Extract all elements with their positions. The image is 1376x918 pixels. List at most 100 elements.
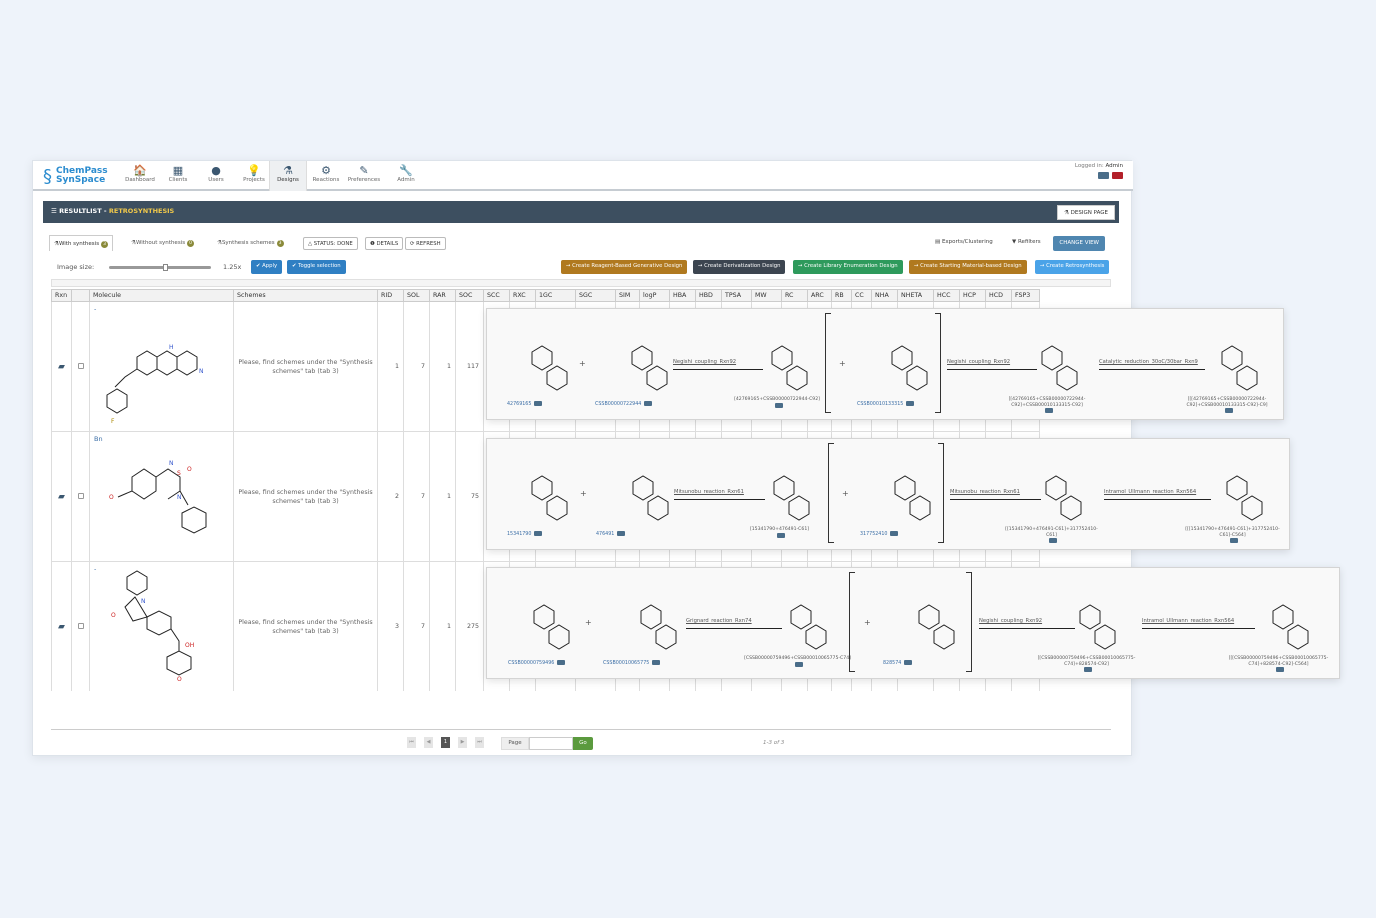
reagent-id[interactable]: CSSB00010065775 xyxy=(603,660,661,666)
reaction-link[interactable]: Negishi_coupling_Rxn92 xyxy=(947,359,1010,365)
col-header-sol[interactable]: SOL xyxy=(403,289,430,302)
slider-knob[interactable] xyxy=(163,264,168,271)
nav-item-designs[interactable]: ⚗ Designs xyxy=(269,161,307,191)
details-button[interactable]: ❶ DETAILS xyxy=(365,237,404,250)
status-button[interactable]: △ STATUS: DONE xyxy=(303,237,358,250)
reagent-id[interactable]: CSSB00000722944 xyxy=(595,401,653,407)
folder-icon[interactable]: ▰ xyxy=(58,622,65,632)
logo[interactable]: § ChemPass SynSpace xyxy=(43,164,108,188)
select-cell[interactable] xyxy=(71,431,90,562)
prev-page-button[interactable]: ◀ xyxy=(424,737,433,748)
molecule-cell[interactable]: Bn S O N N O xyxy=(89,431,234,562)
nav-item-admin[interactable]: 🔧 Admin xyxy=(387,161,425,191)
col-header-sim[interactable]: SIM xyxy=(615,289,640,302)
copy-icon[interactable] xyxy=(1276,667,1284,672)
col-header-nheta[interactable]: NHETA xyxy=(897,289,934,302)
nav-item-dashboard[interactable]: 🏠 Dashboard xyxy=(121,161,159,191)
tab-synthesis-schemes[interactable]: ⚗Synthesis schemes 3 xyxy=(213,235,288,251)
reagent-id[interactable]: 15341790 xyxy=(507,531,543,537)
design-page-button[interactable]: ⚗ DESIGN PAGE xyxy=(1056,205,1115,220)
first-page-button[interactable]: ⏮ xyxy=(407,737,416,748)
col-header-logp[interactable]: logP xyxy=(639,289,670,302)
copy-icon[interactable] xyxy=(557,660,566,665)
col-header-rxc[interactable]: RXC xyxy=(509,289,536,302)
row-checkbox[interactable] xyxy=(77,492,84,499)
col-header-rb[interactable]: RB xyxy=(831,289,852,302)
reagent-id[interactable]: 828574 xyxy=(883,660,913,666)
copy-icon[interactable] xyxy=(1224,408,1233,413)
reaction-link[interactable]: Negishi_coupling_Rxn92 xyxy=(673,359,736,365)
row-checkbox[interactable] xyxy=(77,362,84,369)
nav-item-reactions[interactable]: ⚙ Reactions xyxy=(307,161,345,191)
profile-icon[interactable] xyxy=(1098,172,1109,179)
refresh-button[interactable]: ⟳ REFRESH xyxy=(405,237,446,250)
copy-icon[interactable] xyxy=(652,660,661,665)
rxn-cell[interactable]: ▰ xyxy=(51,301,72,432)
copy-icon[interactable] xyxy=(774,402,783,408)
synthesis-scheme-panel[interactable]: + +42769165 CSSB00000722944 CSSB00010133315… xyxy=(486,308,1284,420)
col-header-hbd[interactable]: HBD xyxy=(695,289,722,302)
tab-with-synthesis[interactable]: ⚗With synthesis 3 xyxy=(49,235,114,251)
refilters-button[interactable]: ▼ Refilters xyxy=(1012,239,1041,245)
col-header-scc[interactable]: SCC xyxy=(483,289,510,302)
create-design-button-5[interactable]: → Create Retrosynthesis xyxy=(1035,260,1110,274)
col-header-tpsa[interactable]: TPSA xyxy=(721,289,752,302)
create-design-button-4[interactable]: → Create Starting Material-based Design xyxy=(909,260,1027,274)
row-checkbox[interactable] xyxy=(77,622,84,629)
col-header-select[interactable] xyxy=(71,289,90,302)
copy-icon[interactable] xyxy=(534,401,543,406)
copy-icon[interactable] xyxy=(1044,408,1053,413)
toggle-selection-button[interactable]: ✔ Toggle selection xyxy=(287,260,346,274)
copy-icon[interactable] xyxy=(617,531,626,536)
reaction-link[interactable]: Negishi_coupling_Rxn92 xyxy=(979,618,1042,624)
col-header-arc[interactable]: ARC xyxy=(807,289,832,302)
copy-icon[interactable] xyxy=(534,531,543,536)
reaction-link[interactable]: Grignard_reaction_Rxn74 xyxy=(686,618,752,624)
col-header-schemes[interactable]: Schemes xyxy=(233,289,378,302)
reaction-link[interactable]: Mitsunobu_reaction_Rxn61 xyxy=(674,489,744,495)
copy-icon[interactable] xyxy=(906,401,915,406)
col-header-hcp[interactable]: HCP xyxy=(959,289,986,302)
create-design-button-2[interactable]: → Create Derivatization Design xyxy=(693,260,786,274)
col-header-hba[interactable]: HBA xyxy=(669,289,696,302)
synthesis-scheme-panel[interactable]: + +15341790 476491 317752410 Mitsunobu_react… xyxy=(486,438,1290,550)
exports-button[interactable]: ▤ Exports/Clustering xyxy=(935,239,993,245)
horizontal-scrollbar[interactable] xyxy=(51,279,1111,287)
reaction-link[interactable]: Catalytic_reduction_30oC/30bar_Rxn9 xyxy=(1099,359,1198,365)
col-header-cc[interactable]: CC xyxy=(851,289,872,302)
nav-item-users[interactable]: ● Users xyxy=(197,161,235,191)
col-header-fsp3[interactable]: FSP3 xyxy=(1011,289,1040,302)
page-input[interactable] xyxy=(529,737,573,750)
last-page-button[interactable]: ⏭ xyxy=(475,737,484,748)
nav-item-projects[interactable]: 💡 Projects xyxy=(235,161,273,191)
col-header-rar[interactable]: RAR xyxy=(429,289,456,302)
reaction-link[interactable]: Intramol_Ullmann_reaction_Rxn564 xyxy=(1142,618,1234,624)
copy-icon[interactable] xyxy=(1230,538,1238,543)
copy-icon[interactable] xyxy=(1084,667,1092,672)
col-header-rid[interactable]: RID xyxy=(377,289,404,302)
tab-without-synthesis[interactable]: ⚗Without synthesis 0 xyxy=(127,235,198,251)
reaction-link[interactable]: Intramol_Ullmann_reaction_Rxn564 xyxy=(1104,489,1196,495)
folder-icon[interactable]: ▰ xyxy=(58,492,65,502)
copy-icon[interactable] xyxy=(795,661,803,667)
col-header-sgc[interactable]: SGC xyxy=(575,289,616,302)
change-view-button[interactable]: CHANGE VIEW xyxy=(1053,236,1105,251)
reagent-id[interactable]: CSSB00000759496 xyxy=(508,660,566,666)
create-design-button-3[interactable]: → Create Library Enumeration Design xyxy=(793,260,903,274)
col-header-rxn[interactable]: Rxn xyxy=(51,289,72,302)
logout-icon[interactable] xyxy=(1112,172,1123,179)
select-cell[interactable] xyxy=(71,301,90,432)
nav-item-preferences[interactable]: ✎ Preferences xyxy=(345,161,383,191)
copy-icon[interactable] xyxy=(777,532,785,538)
molecule-cell[interactable]: - H N F xyxy=(89,301,234,432)
folder-icon[interactable]: ▰ xyxy=(58,362,65,372)
col-header-nha[interactable]: NHA xyxy=(871,289,898,302)
rxn-cell[interactable]: ▰ xyxy=(51,561,72,691)
reagent-id[interactable]: 476491 xyxy=(596,531,626,537)
nav-item-clients[interactable]: ▦ Clients xyxy=(159,161,197,191)
next-page-button[interactable]: ▶ xyxy=(458,737,467,748)
image-size-slider[interactable] xyxy=(109,264,211,271)
copy-icon[interactable] xyxy=(1049,538,1057,543)
rxn-cell[interactable]: ▰ xyxy=(51,431,72,562)
col-header-soc[interactable]: SOC xyxy=(455,289,484,302)
